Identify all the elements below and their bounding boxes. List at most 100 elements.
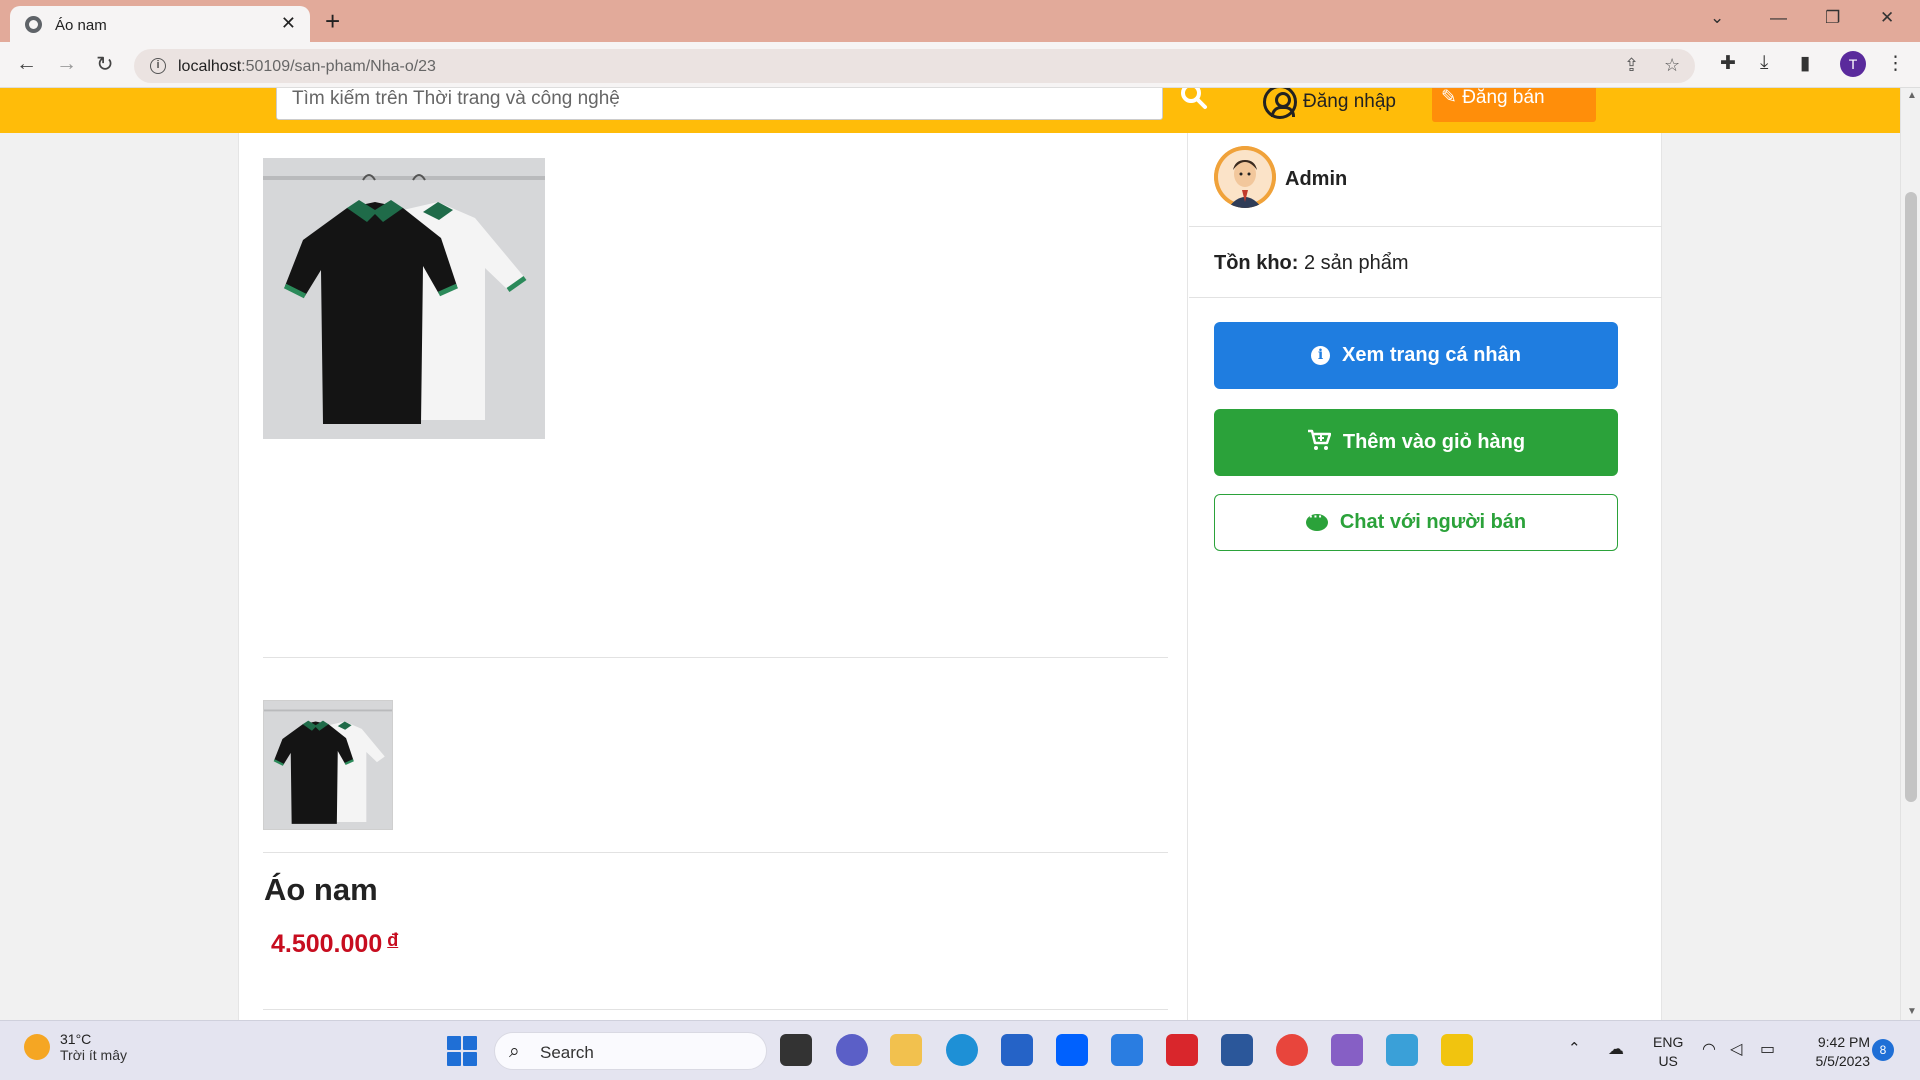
stock-value: 2 sản phẩm [1304,252,1409,274]
dropbox-icon[interactable] [1056,1034,1088,1066]
url-text[interactable]: localhost:50109/san-pham/Nha-o/23 [178,58,436,76]
stock-label: Tồn kho: [1214,252,1299,274]
reload-button[interactable]: ↻ [96,52,114,77]
login-link[interactable]: Đăng nhập [1263,88,1396,122]
tab-close-button[interactable]: ✕ [281,13,296,34]
info-divider [263,852,1168,853]
search-icon: ⌕ [509,1041,520,1062]
sell-label: Đăng bán [1462,88,1545,108]
product-title: Áo nam [264,872,378,907]
bottom-divider [263,1009,1168,1010]
clock-time: 9:42 PM [1817,1034,1870,1050]
lang-line-1: ENG [1653,1034,1684,1050]
stock-info: Tồn kho: 2 sản phẩm [1214,252,1409,275]
system-clock[interactable]: 9:42 PM 5/5/2023 [1798,1033,1871,1071]
scroll-up-icon[interactable]: ▲ [1907,90,1917,101]
restore-button[interactable]: ❐ [1825,8,1840,28]
taskbar-search[interactable]: ⌕ Search [494,1032,767,1070]
profile-avatar[interactable]: T [1840,51,1866,77]
wifi-icon[interactable]: ◠ [1702,1039,1716,1059]
price-currency: đ [387,930,399,950]
tab-search-chevron-icon[interactable]: ⌄ [1710,8,1724,28]
seller-divider-2 [1189,297,1662,298]
page-scrollbar[interactable]: ▲ ▼ [1900,88,1920,1020]
chat-bubble-icon [1305,508,1328,531]
lang-line-2: US [1658,1053,1678,1069]
search-icon[interactable] [1180,88,1208,117]
view-profile-button[interactable]: i Xem trang cá nhân [1214,322,1618,389]
download-icon[interactable]: ⤓ [1760,52,1768,74]
seller-avatar[interactable] [1214,146,1276,208]
seller-divider-1 [1189,226,1662,227]
chat-seller-label: Chat với người bán [1339,511,1527,533]
site-header: Tìm kiếm trên Thời trang và công nghệ Đă… [0,88,1900,133]
app-bolt-icon[interactable] [1111,1034,1143,1066]
clock-date: 5/5/2023 [1815,1053,1871,1069]
battery-icon[interactable]: ▭ [1760,1039,1775,1059]
notepad-icon[interactable] [1386,1034,1418,1066]
product-thumbnail[interactable] [263,700,393,830]
login-label: Đăng nhập [1303,91,1396,112]
page-viewport: Tìm kiếm trên Thời trang và công nghệ Đă… [0,88,1900,1020]
microsoft-store-icon[interactable] [1001,1034,1033,1066]
minimize-button[interactable]: — [1770,8,1787,28]
info-icon: i [1311,346,1331,365]
search-input[interactable]: Tìm kiếm trên Thời trang và công nghệ [276,88,1163,120]
site-info-icon[interactable]: i [150,58,166,74]
new-tab-button[interactable]: + [325,6,340,36]
menu-kebab-icon[interactable]: ⋮ [1886,52,1905,75]
forward-button[interactable]: → [56,52,77,76]
wps-icon[interactable] [1166,1034,1198,1066]
edge-icon[interactable] [946,1034,978,1066]
sell-button[interactable]: ✎ Đăng bán [1432,88,1596,122]
extensions-icon[interactable]: ✚ [1720,52,1736,75]
chat-seller-button[interactable]: Chat với người bán [1214,494,1618,551]
price-value: 4.500.000 [271,930,383,958]
add-to-cart-button[interactable]: Thêm vào giỏ hàng [1214,409,1618,476]
weather-temp: 31°C [60,1031,92,1047]
onedrive-icon[interactable]: ☁ [1608,1039,1624,1059]
add-to-cart-label: Thêm vào giỏ hàng [1342,431,1526,453]
globe-icon [25,16,42,33]
file-explorer-icon[interactable] [890,1034,922,1066]
scrollbar-thumb[interactable] [1905,192,1917,802]
seller-name: Admin [1285,168,1348,190]
input-language[interactable]: ENG US [1653,1033,1683,1071]
seller-panel: Admin Tồn kho: 2 sản phẩm i Xem trang cá… [1189,133,1662,1020]
share-icon[interactable]: ⇪ [1624,55,1639,76]
browser-toolbar: ← → ↻ i localhost:50109/san-pham/Nha-o/2… [0,42,1920,88]
visual-studio-icon[interactable] [1331,1034,1363,1066]
teams-chat-icon[interactable] [836,1034,868,1066]
volume-icon[interactable]: ◁ [1730,1039,1742,1059]
back-button[interactable]: ← [16,52,37,76]
browser-tab-bar: Áo nam ✕ + ⌄ — ❐ ✕ [0,0,1920,42]
gallery-divider [263,657,1168,658]
view-profile-label: Xem trang cá nhân [1342,344,1521,366]
weather-widget[interactable]: 31°C Trời ít mây [24,1031,127,1063]
task-view-icon[interactable] [780,1034,812,1066]
product-detail-container: Áo nam 4.500.000 đ Admin Tồn kho: 2 sản … [238,133,1662,1020]
window-close-button[interactable]: ✕ [1880,8,1894,28]
browser-tab[interactable]: Áo nam ✕ [10,6,310,42]
edit-icon: ✎ [1441,88,1457,108]
windows-taskbar: 31°C Trời ít mây ⌕ Search ⌃ ☁ ENG US ◠ ◁… [0,1020,1920,1080]
taskbar-search-label: Search [540,1043,594,1062]
weather-desc: Trời ít mây [60,1047,127,1063]
app-misc-icon[interactable] [1441,1034,1473,1066]
weather-icon [24,1034,50,1060]
scroll-down-icon[interactable]: ▼ [1907,1006,1917,1017]
user-circle-icon [1263,88,1297,119]
tab-title: Áo nam [55,17,107,34]
notification-badge[interactable]: 8 [1872,1039,1894,1061]
cart-icon [1307,429,1332,457]
product-gallery-column: Áo nam 4.500.000 đ [239,133,1188,1020]
tray-chevron-up-icon[interactable]: ⌃ [1568,1039,1581,1057]
bookmark-star-icon[interactable]: ☆ [1664,55,1680,76]
product-main-image[interactable] [263,158,545,439]
word-icon[interactable] [1221,1034,1253,1066]
product-price: 4.500.000 đ [271,930,398,959]
side-panel-icon[interactable]: ▮ [1800,52,1810,75]
chrome-icon[interactable] [1276,1034,1308,1066]
windows-start-icon[interactable] [447,1036,477,1066]
address-bar[interactable]: i localhost:50109/san-pham/Nha-o/23 ⇪ ☆ [134,49,1695,83]
